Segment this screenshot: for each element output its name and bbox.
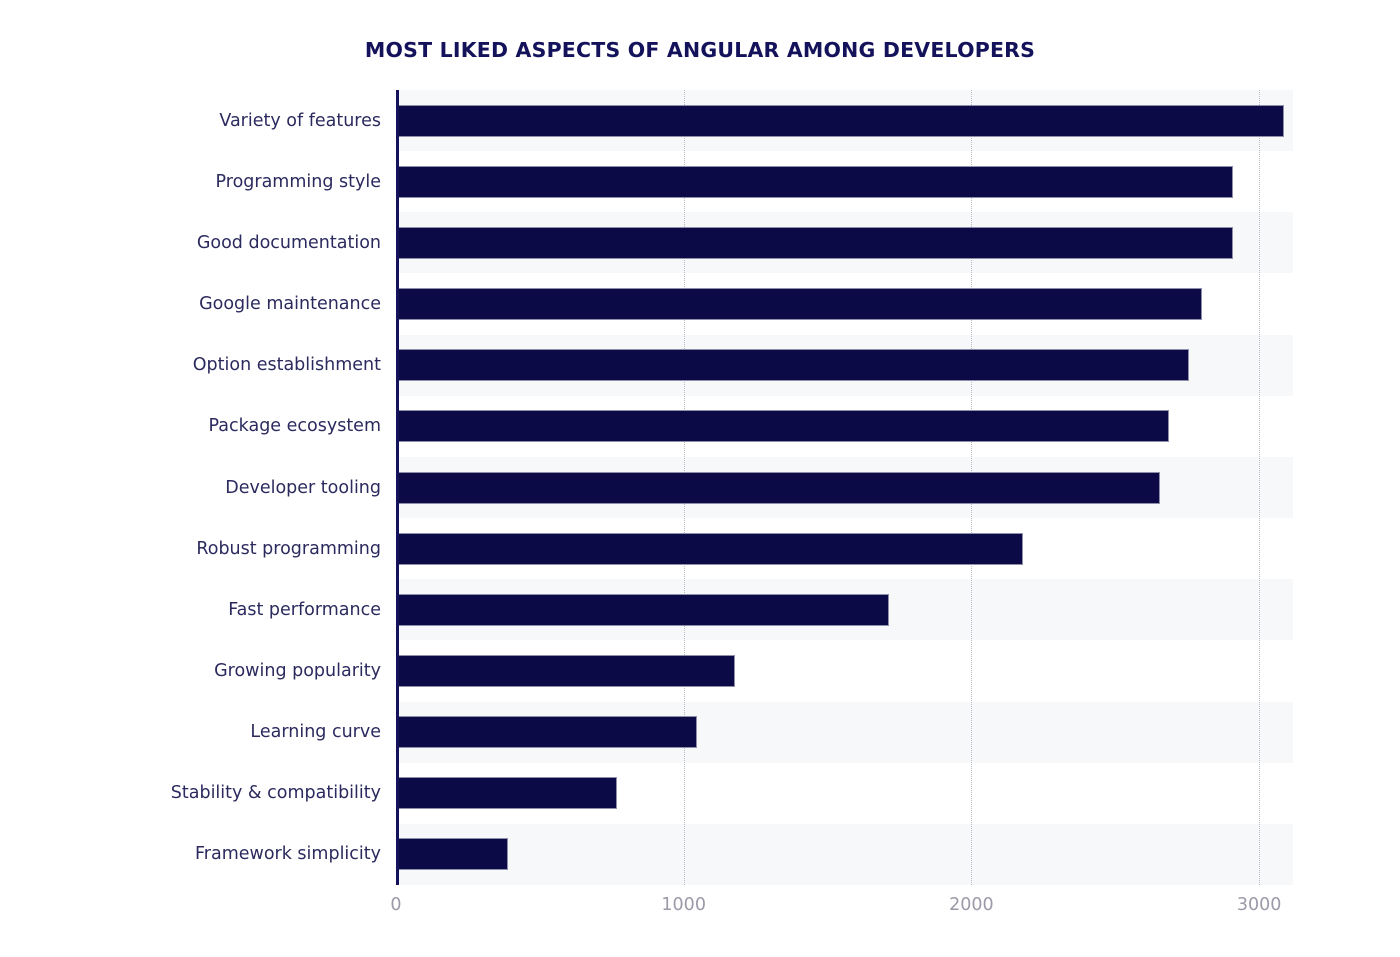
- y-axis-label: Package ecosystem: [208, 416, 381, 437]
- bar[interactable]: [396, 104, 1284, 137]
- bar[interactable]: [396, 410, 1170, 443]
- bar[interactable]: [396, 471, 1160, 504]
- bar[interactable]: [396, 777, 617, 810]
- bar[interactable]: [396, 288, 1202, 321]
- chart-title: MOST LIKED ASPECTS OF ANGULAR AMONG DEVE…: [364, 38, 1036, 62]
- bar[interactable]: [396, 654, 736, 687]
- y-axis-label: Fast performance: [228, 599, 381, 620]
- y-axis-label: Developer tooling: [225, 477, 381, 498]
- y-axis-label: Good documentation: [196, 232, 381, 253]
- bar-chart: MOST LIKED ASPECTS OF ANGULAR AMONG DEVE…: [0, 0, 1400, 957]
- y-axis-line: [396, 90, 399, 885]
- row-band: [396, 823, 1293, 885]
- gridline-3000: [1259, 90, 1261, 885]
- y-axis-label: Variety of features: [219, 110, 381, 131]
- y-axis-label: Google maintenance: [199, 294, 381, 315]
- y-axis-label: Framework simplicity: [195, 844, 381, 865]
- y-axis-label: Learning curve: [250, 722, 381, 743]
- bar[interactable]: [396, 226, 1233, 259]
- y-axis-label: Growing popularity: [214, 660, 381, 681]
- bar[interactable]: [396, 716, 697, 749]
- y-axis-label: Robust programming: [196, 538, 381, 559]
- plot-area: [396, 90, 1293, 885]
- bar[interactable]: [396, 165, 1233, 198]
- y-axis-label: Programming style: [215, 171, 381, 192]
- bar[interactable]: [396, 838, 508, 871]
- x-axis-tick-1000: 1000: [661, 895, 706, 915]
- bar[interactable]: [396, 532, 1023, 565]
- y-axis-label: Option establishment: [192, 355, 381, 376]
- x-axis-tick-0: 0: [390, 895, 402, 915]
- bar[interactable]: [396, 593, 889, 626]
- x-axis-tick-3000: 3000: [1236, 895, 1282, 915]
- x-axis-tick-2000: 2000: [949, 895, 994, 915]
- y-axis-label: Stability & compatibility: [170, 783, 381, 804]
- bar[interactable]: [396, 349, 1190, 382]
